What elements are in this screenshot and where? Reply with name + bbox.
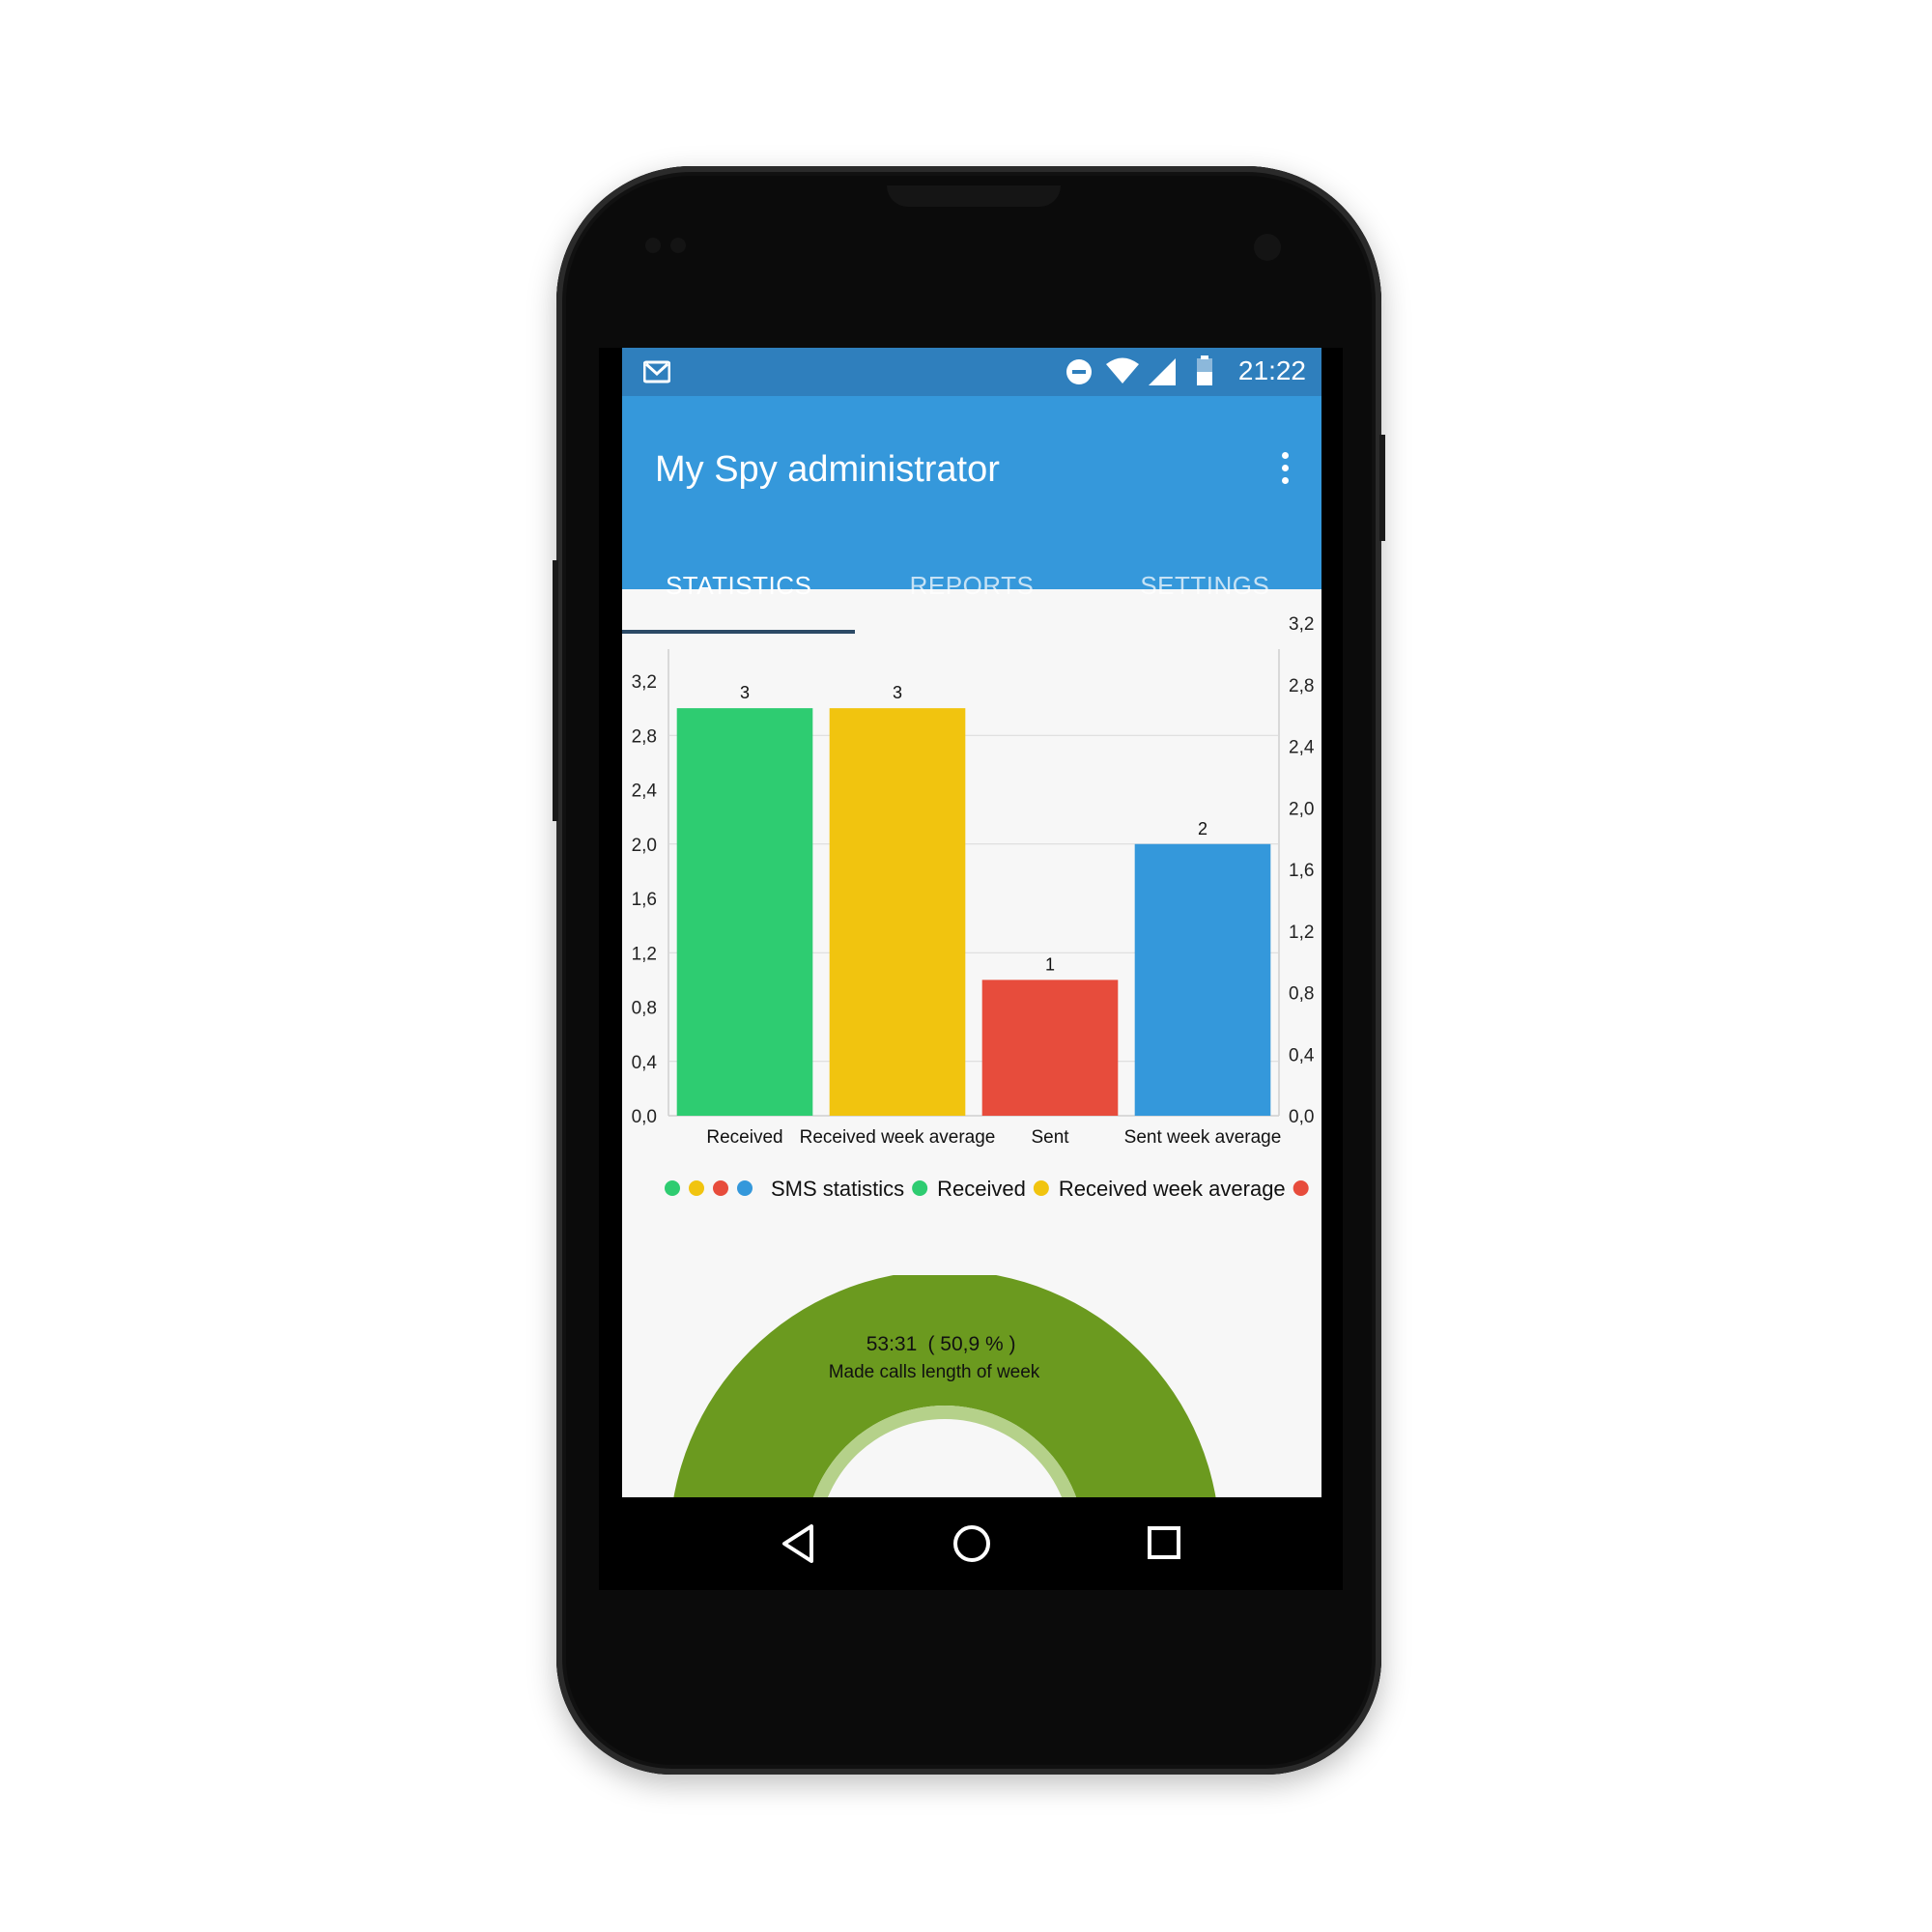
legend-dot (737, 1180, 753, 1196)
bar-value-label: 1 (1045, 954, 1055, 974)
legend-entry-label: Received (937, 1177, 1026, 1201)
bar (981, 980, 1119, 1116)
light-sensor (670, 238, 686, 253)
y-tick-label-right: 2,4 (1289, 738, 1315, 758)
sms-bar-chart-svg: 0,0 0,4 0,8 1,2 1,6 2,0 2,4 2,8 3,2 0,0 0,4 0,8 1,2 1… (632, 614, 1315, 1148)
legend-dot (689, 1180, 704, 1196)
legend-dot (665, 1180, 680, 1196)
x-tick-label: Received (706, 1127, 782, 1148)
back-icon[interactable] (773, 1517, 827, 1571)
power-button (1379, 435, 1385, 541)
bar-value-label: 2 (1198, 819, 1208, 838)
x-tick-label: Received week average (800, 1127, 996, 1148)
bar (829, 708, 966, 1116)
chart-legend: SMS statistics Received Received week aver… (622, 1169, 1321, 1208)
volume-button (553, 560, 558, 821)
y-tick-label-right: 2,8 (1289, 676, 1314, 696)
bar (676, 708, 813, 1116)
x-tick-label: Sent (1031, 1127, 1069, 1148)
wifi-icon (1106, 357, 1139, 384)
do-not-disturb-icon (1066, 359, 1092, 384)
home-icon[interactable] (945, 1517, 999, 1571)
nav-bar (622, 1497, 1321, 1590)
gauge-percent: ( 50,9 % ) (927, 1333, 1015, 1355)
y-tick-label-left: 1,6 (632, 890, 657, 910)
app-title: My Spy administrator (655, 449, 1000, 490)
y-tick-label-right: 1,2 (1289, 923, 1314, 943)
y-tick-label-left: 2,8 (632, 726, 657, 747)
calls-gauge-svg: 53:31 ( 50,9 % ) Made calls length of week (673, 1270, 1216, 1497)
legend-dataset-label: SMS statistics (771, 1177, 904, 1201)
y-tick-label-right: 2,0 (1289, 799, 1314, 819)
more-vert-icon[interactable] (1275, 452, 1294, 497)
earpiece-speaker (887, 185, 1061, 207)
legend-dot (1033, 1180, 1049, 1196)
bar-value-label: 3 (740, 683, 750, 702)
recents-icon[interactable] (1138, 1517, 1192, 1571)
y-tick-label-left: 3,2 (632, 672, 657, 693)
gauge-arc (673, 1270, 1216, 1497)
y-tick-label-left: 2,4 (632, 781, 658, 802)
y-tick-label-right: 0,0 (1289, 1107, 1314, 1127)
gauge-caption: Made calls length of week (829, 1362, 1040, 1382)
y-tick-label-left: 0,0 (632, 1107, 657, 1127)
y-tick-label-left: 0,8 (632, 999, 657, 1019)
y-tick-label-right: 1,6 (1289, 861, 1314, 881)
proximity-sensor (645, 238, 661, 253)
bar-value-label: 3 (893, 683, 902, 702)
sms-bar-chart: 0,0 0,4 0,8 1,2 1,6 2,0 2,4 2,8 3,2 0,0 0,4 0,8 1,2 1… (622, 599, 1321, 1198)
front-camera (1254, 234, 1281, 261)
chart-legend-svg: SMS statistics Received Received week aver… (665, 1177, 1309, 1201)
bar (1134, 843, 1271, 1116)
screen: 21:22 My Spy administrator STATISTICS RE… (622, 348, 1321, 1497)
y-tick-label-right: 3,2 (1289, 614, 1314, 635)
gauge-value: 53:31 (867, 1333, 918, 1355)
y-tick-label-left: 2,0 (632, 836, 657, 856)
legend-dot (912, 1180, 928, 1196)
status-bar: 21:22 (622, 348, 1321, 396)
legend-dot (713, 1180, 728, 1196)
battery-icon (1197, 355, 1212, 385)
y-tick-label-right: 0,8 (1289, 984, 1314, 1005)
x-tick-label: Sent week average (1124, 1127, 1282, 1148)
gmail-icon (643, 360, 670, 384)
y-tick-label-right: 0,4 (1289, 1045, 1315, 1065)
status-time: 21:22 (1237, 355, 1306, 385)
signal-icon (1149, 358, 1176, 385)
legend-dot (1293, 1180, 1309, 1196)
y-tick-label-left: 0,4 (632, 1053, 658, 1073)
legend-entry-label: Received week average (1059, 1177, 1286, 1201)
app-toolbar: My Spy administrator STATISTICS REPORTS … (622, 396, 1321, 634)
y-tick-label-left: 1,2 (632, 944, 657, 964)
calls-gauge: 53:31 ( 50,9 % ) Made calls length of week (622, 1270, 1321, 1497)
